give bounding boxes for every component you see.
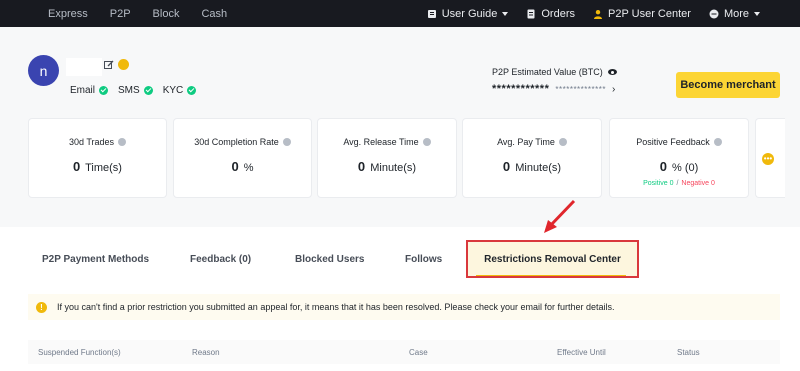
nav-user-guide[interactable]: User Guide (427, 8, 509, 20)
stat-unit: Time(s) (85, 162, 122, 174)
stat-card-avg-release-time: Avg. Release Time 0 Minute(s) (317, 118, 457, 198)
eye-icon[interactable] (607, 69, 617, 75)
stat-title-row: 30d Completion Rate (174, 137, 311, 147)
info-icon[interactable] (558, 138, 567, 146)
nav-orders-label: Orders (541, 7, 575, 20)
stat-value-row: 0 % (174, 159, 311, 174)
stat-title-row: Positive Feedback (610, 137, 748, 147)
chevron-down-icon (502, 11, 509, 16)
stat-card-avg-pay-time: Avg. Pay Time 0 Minute(s) (462, 118, 602, 198)
feedback-breakdown: Positive 0/Negative 0 (610, 180, 748, 187)
tab-feedback[interactable]: Feedback (0) (190, 254, 251, 265)
stat-title: Avg. Release Time (343, 137, 419, 147)
info-icon[interactable] (118, 138, 127, 146)
column-header-status: Status (677, 348, 700, 357)
nav-block[interactable]: Block (153, 8, 180, 20)
stat-value-row: 0 Minute(s) (318, 159, 456, 174)
nav-left-group: Express P2P Block Cash (48, 0, 249, 27)
stat-title: Positive Feedback (636, 137, 710, 147)
stat-value: 0 (231, 159, 239, 174)
feedback-separator: / (676, 180, 679, 187)
stat-unit: Minute(s) (370, 162, 417, 174)
more-grid-icon (709, 9, 719, 18)
stat-value-row: 0 Time(s) (29, 159, 166, 174)
stat-value-row: 0 Minute(s) (463, 159, 601, 174)
negative-count: Negative 0 (681, 180, 715, 187)
notice-banner: ! If you can't find a prior restriction … (28, 294, 780, 320)
chevron-right-icon: › (611, 83, 616, 95)
nickname-redacted (66, 58, 102, 76)
verification-kyc: KYC (163, 85, 197, 96)
estimated-value-label-row: P2P Estimated Value (BTC) (492, 67, 617, 77)
active-tab-underline (476, 275, 626, 276)
stat-title-row: Avg. Pay Time (463, 137, 601, 147)
avatar[interactable]: n (28, 55, 59, 86)
verification-list: Email SMS KYC (70, 85, 206, 96)
column-header-effective-until: Effective Until (557, 348, 606, 357)
nav-orders[interactable]: Orders (526, 8, 575, 20)
nav-p2p-user-center-label: P2P User Center (607, 7, 691, 20)
orders-icon (527, 9, 535, 18)
verification-email: Email (70, 85, 109, 96)
notice-text: If you can't find a prior restriction yo… (57, 302, 615, 312)
stat-title-row: 30d Trades (29, 137, 166, 147)
nav-express[interactable]: Express (48, 8, 88, 20)
check-icon (143, 86, 153, 95)
book-icon (427, 9, 436, 18)
column-header-reason: Reason (192, 348, 220, 357)
stat-value: 0 (73, 159, 81, 174)
info-icon[interactable] (282, 138, 291, 146)
estimated-value-label: P2P Estimated Value (BTC) (492, 67, 603, 77)
nav-more-label: More (723, 7, 749, 20)
info-icon[interactable] (713, 138, 722, 146)
top-nav: Express P2P Block Cash User Guide Orders… (0, 0, 800, 27)
restrictions-table-header: Suspended Function(s) Reason Case Effect… (28, 340, 780, 364)
edit-icon[interactable] (104, 60, 114, 70)
user-center-icon (593, 9, 602, 19)
nav-p2p[interactable]: P2P (110, 8, 131, 20)
verification-kyc-label: KYC (162, 85, 184, 96)
tab-follows[interactable]: Follows (405, 254, 442, 265)
stat-value-row: 0 % (0) (610, 159, 748, 174)
check-icon (99, 86, 109, 95)
stat-unit: % (243, 162, 254, 174)
estimated-value-sub-masked: ************** (555, 84, 606, 94)
warning-icon: ! (36, 301, 47, 313)
estimated-value[interactable]: ************ ************** › (492, 83, 615, 95)
stat-title: Avg. Pay Time (497, 137, 555, 147)
annotation-arrow-icon (544, 199, 576, 233)
nav-user-guide-label: User Guide (441, 7, 498, 20)
tab-p2p-payment-methods[interactable]: P2P Payment Methods (42, 254, 149, 265)
nav-cash[interactable]: Cash (201, 8, 227, 20)
verification-email-label: Email (70, 85, 96, 96)
stat-title-row: Avg. Release Time (318, 137, 456, 147)
more-dots-icon[interactable]: ••• (762, 153, 774, 165)
info-icon[interactable] (422, 138, 431, 146)
verification-sms: SMS (118, 85, 153, 96)
stat-card-positive-feedback: Positive Feedback 0 % (0) Positive 0/Neg… (609, 118, 749, 198)
stat-value: 0 (357, 159, 366, 174)
tab-restrictions-removal-center[interactable]: Restrictions Removal Center (466, 240, 639, 278)
stat-value: 0 (502, 159, 511, 174)
stat-value: 0 (659, 159, 667, 174)
estimated-value-masked: ************ (492, 83, 550, 95)
stat-unit: Minute(s) (515, 162, 562, 174)
check-icon (187, 86, 197, 95)
stat-card-completion-rate: 30d Completion Rate 0 % (173, 118, 312, 198)
verification-sms-label: SMS (118, 85, 140, 96)
stat-card-30d-trades: 30d Trades 0 Time(s) (28, 118, 167, 198)
smile-icon (118, 59, 129, 70)
positive-count: Positive 0 (643, 180, 674, 187)
stat-title: 30d Trades (68, 137, 115, 147)
column-header-case: Case (409, 348, 428, 357)
stat-unit: % (0) (672, 162, 699, 174)
nav-right-group: User Guide Orders P2P User Center More (409, 0, 760, 27)
chevron-down-icon (754, 11, 760, 16)
nav-more[interactable]: More (709, 8, 760, 20)
tab-blocked-users[interactable]: Blocked Users (295, 254, 364, 265)
become-merchant-button[interactable]: Become merchant (676, 72, 780, 98)
column-header-suspended-functions: Suspended Function(s) (38, 348, 121, 357)
stat-title: 30d Completion Rate (194, 137, 279, 147)
nav-p2p-user-center[interactable]: P2P User Center (593, 8, 691, 20)
